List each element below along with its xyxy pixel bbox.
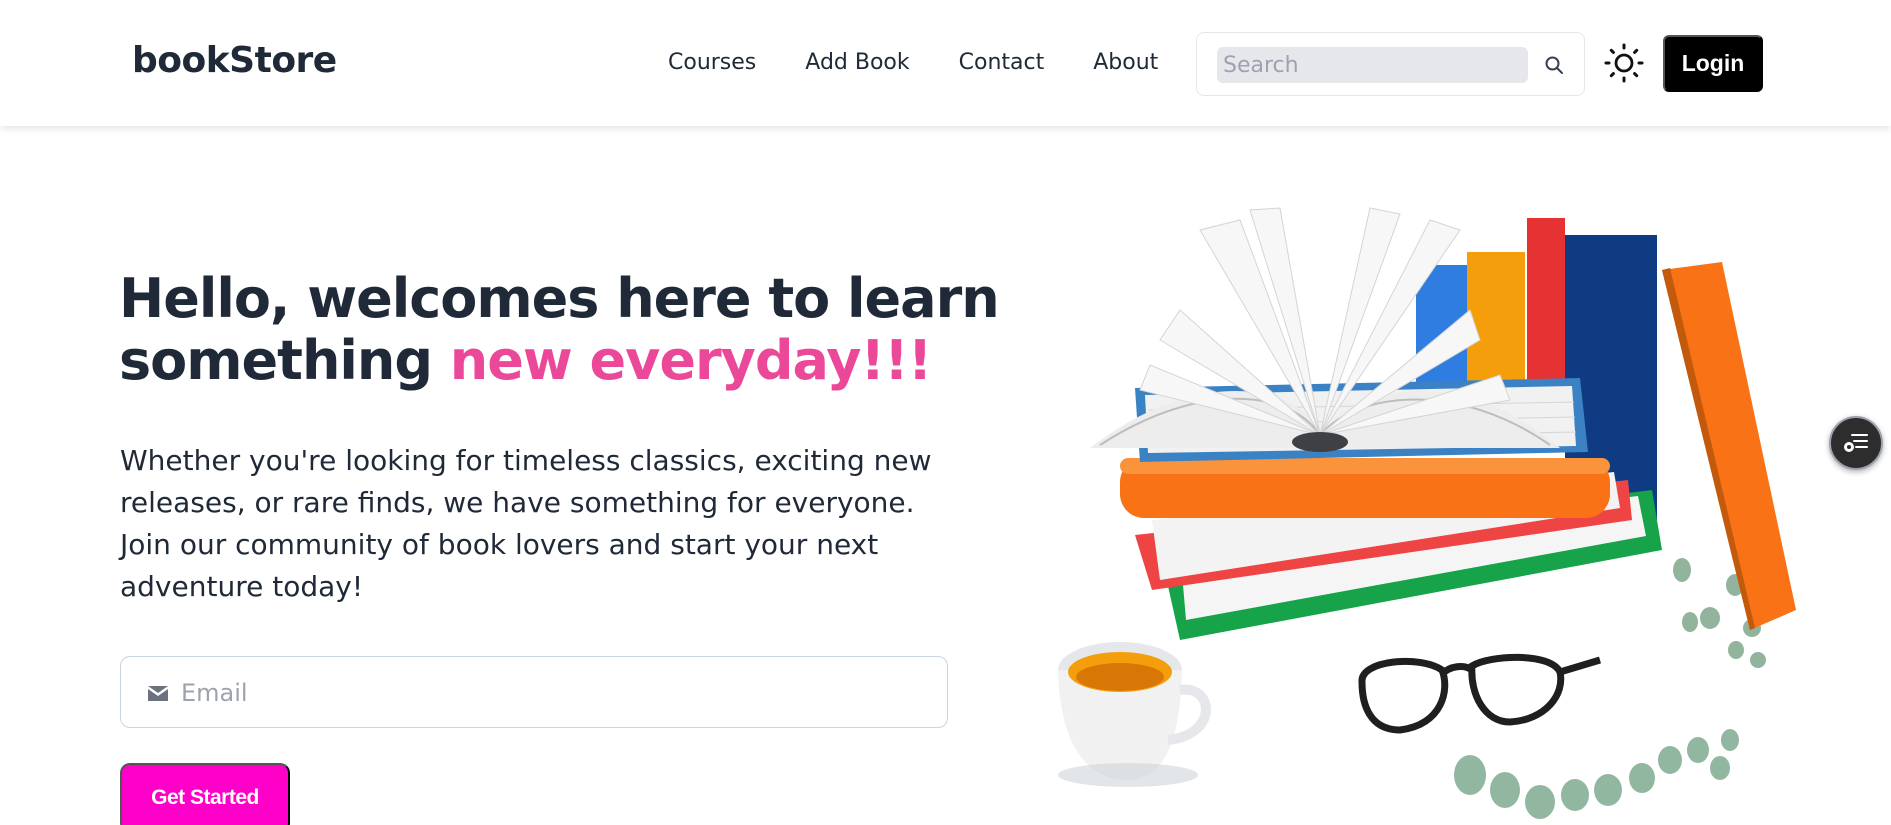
- nav-link-add-book[interactable]: Add Book: [805, 50, 909, 75]
- nav-link-about[interactable]: About: [1093, 50, 1158, 75]
- navbar: bookStore Courses Add Book Contact About…: [0, 0, 1891, 126]
- nav-link-courses[interactable]: Courses: [668, 50, 756, 75]
- hero-title-accent: new everyday!!!: [449, 329, 933, 392]
- hero-description: Whether you're looking for timeless clas…: [120, 444, 932, 603]
- login-button[interactable]: Login: [1663, 35, 1763, 92]
- mail-icon: [148, 686, 168, 701]
- search-input[interactable]: [1217, 47, 1528, 83]
- search-icon[interactable]: [1542, 53, 1566, 77]
- books-illustration: [1058, 207, 1796, 819]
- email-field: [120, 656, 948, 728]
- logo[interactable]: bookStore: [132, 40, 337, 81]
- floating-settings-button[interactable]: [1829, 416, 1883, 470]
- email-input[interactable]: [181, 671, 921, 715]
- get-started-button[interactable]: Get Started: [120, 763, 290, 825]
- nav-links: Courses Add Book Contact About: [668, 50, 1158, 75]
- sun-icon[interactable]: [1604, 43, 1644, 83]
- search-box: [1196, 32, 1585, 96]
- nav-link-contact[interactable]: Contact: [959, 50, 1045, 75]
- settings-list-icon: [1844, 434, 1868, 452]
- hero-title: Hello, welcomes here to learn something …: [119, 268, 1000, 392]
